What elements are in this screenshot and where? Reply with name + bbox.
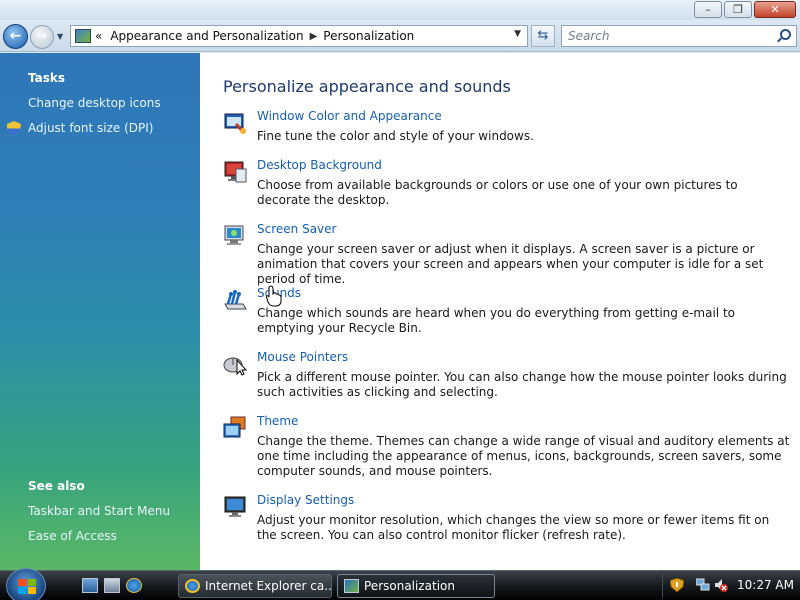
theme-icon [223,416,246,438]
forward-button[interactable]: → [30,25,54,49]
item-description: Change which sounds are heard when you d… [257,306,735,335]
refresh-button[interactable]: ⇆ [531,25,555,47]
tasks-title: Tasks [28,71,66,85]
window-color-icon [224,113,246,134]
display-settings-icon [224,496,246,517]
sidebar-link-change-desktop-icons[interactable]: Change desktop icons [28,96,161,110]
list-item: Sounds Change which sounds are heard whe… [223,286,795,341]
maximize-button[interactable]: ❐ [724,1,752,18]
item-description: Pick a different mouse pointer. You can … [257,370,787,399]
taskbar-button-label: Personalization [364,579,455,593]
main-content: Personalize appearance and sounds Window… [200,53,800,570]
personalization-icon [344,579,359,593]
mouse-pointer-icon [223,357,247,376]
security-shield-icon[interactable] [670,578,684,592]
item-description: Adjust your monitor resolution, which ch… [257,513,770,542]
show-desktop-icon[interactable] [82,578,98,593]
see-also-title: See also [28,479,85,493]
start-button[interactable] [6,568,46,600]
volume-muted-icon[interactable] [714,578,728,592]
back-button[interactable]: ← [3,24,28,49]
breadcrumb-separator-icon[interactable]: ▶ [310,31,318,42]
internet-explorer-quicklaunch-icon[interactable] [126,578,142,593]
desktop-background-icon [224,161,247,183]
screen-saver-link[interactable]: Screen Saver [257,222,336,236]
sidebar-link-ease-of-access[interactable]: Ease of Access [28,529,117,543]
address-bar[interactable]: « Appearance and Personalization ▶ Perso… [70,25,528,47]
breadcrumb-personalization[interactable]: Personalization [323,29,414,43]
navigation-bar: ← → ▼ « Appearance and Personalization ▶… [0,20,800,52]
sidebar: Tasks Change desktop icons Adjust font s… [0,53,200,570]
list-item: Window Color and Appearance Fine tune th… [223,109,795,149]
list-item: Screen Saver Change your screen saver or… [223,222,795,286]
theme-link[interactable]: Theme [257,414,298,428]
control-panel-window: – ❐ ✕ ← → ▼ « Appearance and Personaliza… [0,0,800,570]
sidebar-link-adjust-font-size[interactable]: Adjust font size (DPI) [28,121,153,135]
breadcrumb-overflow[interactable]: « [95,29,102,43]
display-settings-link[interactable]: Display Settings [257,493,354,507]
clock[interactable]: 10:27 AM [737,578,794,592]
list-item: Mouse Pointers Pick a different mouse po… [223,350,795,405]
item-description: Change your screen saver or adjust when … [257,242,764,286]
page-title: Personalize appearance and sounds [223,77,511,96]
windows-logo-icon [18,579,36,594]
taskbar-button-label: Internet Explorer ca... [205,579,332,593]
item-description: Choose from available backgrounds or col… [257,178,738,207]
recent-pages-dropdown-icon[interactable]: ▼ [57,32,63,41]
screen-saver-icon [224,225,244,245]
search-icon[interactable] [780,29,791,40]
list-item: Display Settings Adjust your monitor res… [223,493,795,548]
close-button[interactable]: ✕ [754,1,796,18]
window-color-link[interactable]: Window Color and Appearance [257,109,442,123]
title-bar[interactable]: – ❐ ✕ [0,0,800,20]
item-description: Change the theme. Themes can change a wi… [257,434,790,478]
search-placeholder: Search [568,29,610,43]
breadcrumb-appearance[interactable]: Appearance and Personalization [110,29,303,43]
switch-windows-icon[interactable] [104,578,120,593]
sounds-icon [224,290,247,310]
tray-separator [662,574,663,598]
mouse-pointers-link[interactable]: Mouse Pointers [257,350,348,364]
internet-explorer-icon [185,579,200,593]
taskbar-button-personalization[interactable]: Personalization [337,574,495,598]
hand-cursor-icon [266,285,282,307]
network-icon[interactable] [696,578,710,592]
item-description: Fine tune the color and style of your wi… [257,129,534,143]
desktop-background-link[interactable]: Desktop Background [257,158,382,172]
taskbar: Internet Explorer ca... Personalization … [0,568,800,600]
taskbar-button-internet-explorer[interactable]: Internet Explorer ca... [178,574,332,598]
control-panel-icon [75,29,91,43]
shield-icon [7,121,21,136]
search-input[interactable]: Search [561,25,797,47]
list-item: Desktop Background Choose from available… [223,158,795,213]
address-dropdown-icon[interactable]: ▼ [514,29,521,39]
sidebar-link-taskbar-start-menu[interactable]: Taskbar and Start Menu [28,504,170,518]
list-item: Theme Change the theme. Themes can chang… [223,414,795,484]
caption-buttons: – ❐ ✕ [694,1,796,18]
minimize-button[interactable]: – [694,1,722,18]
